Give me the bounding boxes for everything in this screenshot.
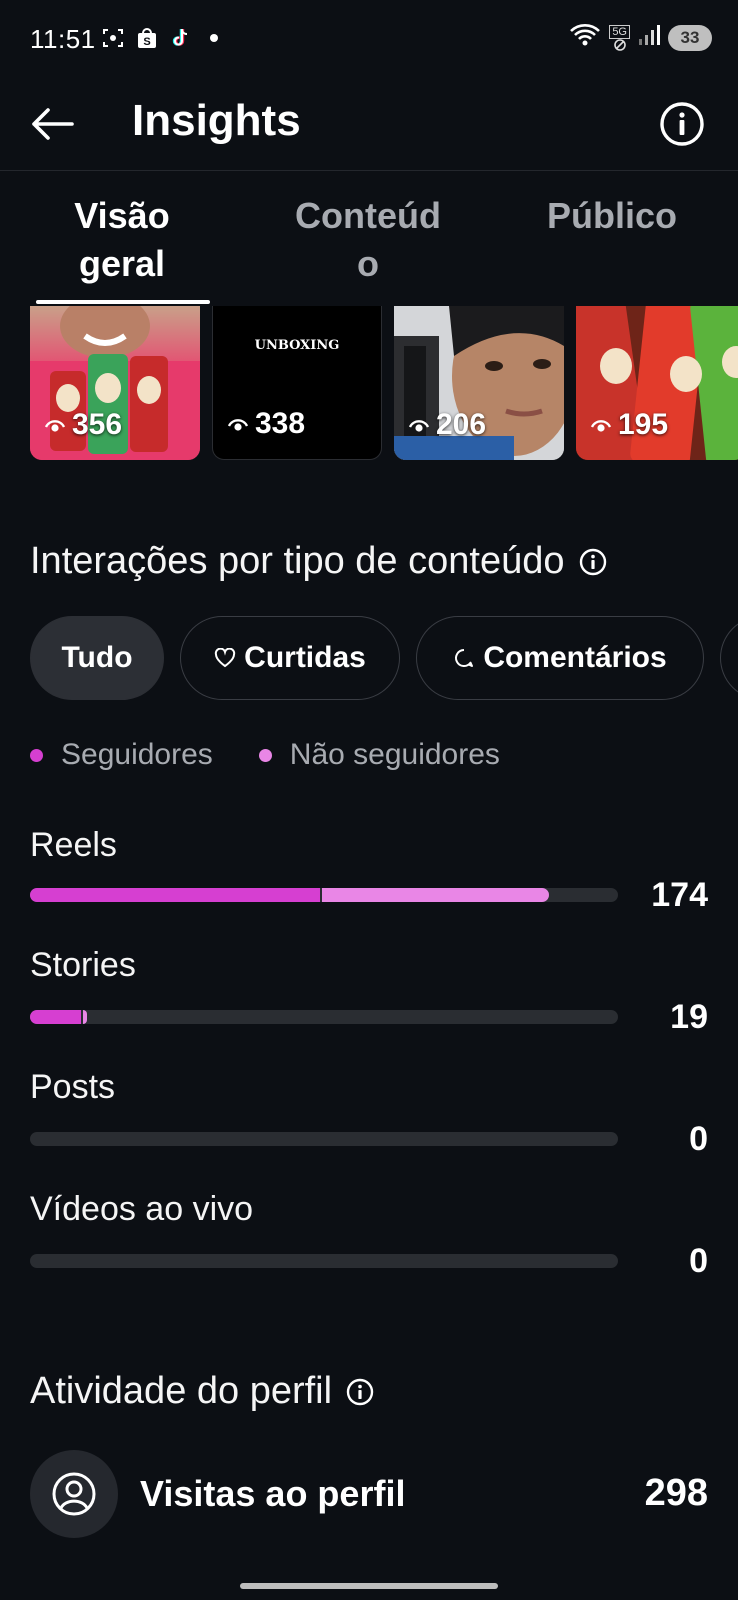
view-count: 206 bbox=[408, 408, 486, 442]
thumbnail-caption: UNBOXING bbox=[254, 338, 340, 353]
eye-icon bbox=[44, 420, 66, 432]
profile-activity-heading: Atividade do perfil bbox=[30, 1370, 374, 1413]
info-button[interactable] bbox=[656, 98, 708, 150]
user-circle-icon bbox=[52, 1472, 96, 1516]
bar-segment-reels-followers bbox=[30, 888, 320, 902]
network-5g-icon: 5G bbox=[609, 24, 630, 51]
bar-value-posts: 0 bbox=[689, 1120, 708, 1158]
header-divider bbox=[0, 170, 738, 171]
comment-icon bbox=[455, 649, 474, 667]
bar-segment-reels-non-followers bbox=[321, 888, 550, 902]
content-thumbnail[interactable]: 206 bbox=[394, 306, 564, 460]
content-thumbnail[interactable]: 356 bbox=[30, 306, 200, 460]
info-icon bbox=[660, 102, 704, 146]
chart-legend: Seguidores Não seguidores bbox=[30, 738, 500, 772]
view-count: 195 bbox=[590, 408, 668, 442]
tab-bar: Visão geral Conteúd o Público bbox=[0, 172, 738, 306]
tab-audience[interactable]: Público bbox=[520, 192, 704, 240]
eye-icon bbox=[227, 419, 249, 431]
top-content-carousel: 356 UNBOXING 338 206 195 bbox=[0, 306, 738, 462]
bar-segment-stories-followers bbox=[30, 1010, 81, 1024]
tab-content[interactable]: Conteúd o bbox=[268, 192, 468, 288]
interaction-filter-chips: Tudo Curtidas Comentários bbox=[30, 616, 738, 702]
shopee-icon: S bbox=[134, 25, 160, 51]
legend-swatch bbox=[258, 748, 272, 762]
filter-chip-likes[interactable]: Curtidas bbox=[180, 616, 400, 700]
status-time: 11:51 bbox=[30, 24, 96, 54]
info-icon[interactable] bbox=[579, 548, 607, 576]
legend-swatch bbox=[30, 748, 43, 762]
eye-icon bbox=[408, 420, 430, 432]
profile-visits-icon-container bbox=[30, 1450, 118, 1538]
notification-icons: S bbox=[100, 25, 218, 51]
tiktok-icon bbox=[168, 25, 194, 51]
bar-label-stories: Stories bbox=[30, 946, 136, 984]
interactions-heading: Interações por tipo de conteúdo bbox=[30, 540, 607, 583]
filter-chip-more[interactable] bbox=[720, 616, 738, 700]
bar-track-stories bbox=[30, 1010, 618, 1024]
info-icon[interactable] bbox=[346, 1378, 374, 1406]
bar-label-live-videos: Vídeos ao vivo bbox=[30, 1190, 254, 1228]
bar-track-live-videos bbox=[30, 1254, 618, 1268]
content-thumbnail[interactable]: 195 bbox=[576, 306, 738, 460]
signal-icon bbox=[638, 24, 660, 51]
bar-value-reels: 174 bbox=[651, 876, 708, 914]
active-tab-indicator bbox=[36, 300, 210, 304]
bar-label-posts: Posts bbox=[30, 1068, 116, 1106]
view-count: 338 bbox=[227, 407, 305, 441]
profile-visits-label[interactable]: Visitas ao perfil bbox=[140, 1473, 405, 1515]
back-button[interactable] bbox=[26, 98, 78, 150]
profile-visits-value: 298 bbox=[644, 1472, 708, 1514]
bar-value-live-videos: 0 bbox=[689, 1242, 708, 1280]
legend-item-followers: Seguidores bbox=[30, 738, 213, 772]
home-indicator[interactable] bbox=[240, 1583, 498, 1589]
bar-track-reels bbox=[30, 888, 618, 902]
eye-icon bbox=[590, 420, 612, 432]
more-notifications-dot bbox=[210, 34, 218, 42]
content-thumbnail[interactable]: UNBOXING 338 bbox=[212, 306, 382, 460]
bar-track-posts bbox=[30, 1132, 618, 1146]
view-count: 356 bbox=[44, 408, 122, 442]
heart-icon bbox=[215, 648, 236, 668]
tab-overview[interactable]: Visão geral bbox=[34, 192, 210, 288]
filter-chip-all[interactable]: Tudo bbox=[30, 616, 164, 700]
bar-segment-stories-non-followers bbox=[82, 1010, 87, 1024]
bar-label-reels: Reels bbox=[30, 826, 117, 864]
svg-text:S: S bbox=[143, 36, 150, 48]
filter-chip-comments[interactable]: Comentários bbox=[416, 616, 704, 700]
wifi-icon bbox=[569, 22, 601, 53]
bar-value-stories: 19 bbox=[670, 998, 708, 1036]
battery-indicator: 33 bbox=[668, 24, 712, 51]
page-title: Insights bbox=[132, 96, 301, 145]
status-bar: 11:51 S 5G 33 bbox=[0, 0, 738, 80]
app-header: Insights bbox=[0, 80, 738, 170]
arrow-left-icon bbox=[32, 108, 74, 140]
screenshot-icon bbox=[100, 25, 126, 51]
legend-item-non-followers: Não seguidores bbox=[258, 738, 500, 772]
